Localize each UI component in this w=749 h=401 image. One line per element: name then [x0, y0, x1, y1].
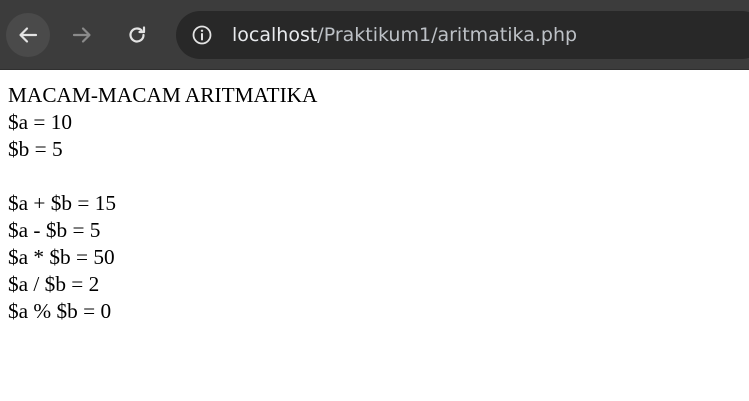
url-path: /Praktikum1/aritmatika.php: [317, 24, 578, 46]
url-text[interactable]: localhost/Praktikum1/aritmatika.php: [232, 22, 577, 48]
browser-toolbar: localhost/Praktikum1/aritmatika.php: [0, 0, 749, 70]
reload-button[interactable]: [115, 13, 159, 57]
page-title: MACAM-MACAM ARITMATIKA: [8, 83, 318, 107]
modulo-result: $a % $b = 0: [8, 299, 112, 323]
reload-icon: [129, 26, 146, 43]
arrow-left-icon: [19, 27, 38, 43]
address-bar[interactable]: localhost/Praktikum1/aritmatika.php: [176, 11, 749, 59]
page-content: MACAM-MACAM ARITMATIKA $a = 10 $b = 5 $a…: [8, 82, 317, 325]
division-result: $a / $b = 2: [8, 272, 100, 296]
variable-b-line: $b = 5: [8, 137, 63, 161]
multiplication-result: $a * $b = 50: [8, 245, 115, 269]
url-host: localhost: [232, 24, 318, 46]
arrow-right-icon: [72, 27, 91, 43]
addition-result: $a + $b = 15: [8, 191, 117, 215]
site-info-button[interactable]: [190, 23, 214, 47]
variable-a-line: $a = 10: [8, 110, 73, 134]
info-circle-icon: [192, 25, 212, 45]
back-button[interactable]: [6, 13, 50, 57]
subtraction-result: $a - $b = 5: [8, 218, 101, 242]
forward-button[interactable]: [60, 13, 104, 57]
